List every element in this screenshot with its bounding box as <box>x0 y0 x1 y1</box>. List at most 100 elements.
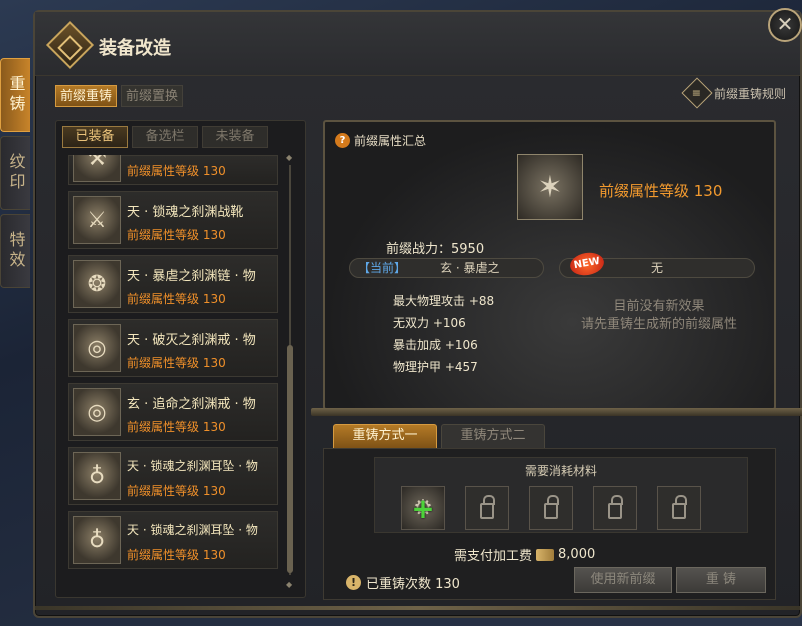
recast-count-label: 已重铸次数 130 <box>366 577 460 592</box>
item-level: 前缀属性等级 130 <box>127 484 226 498</box>
lock-icon <box>608 495 623 519</box>
item-level: 前缀属性等级 130 <box>127 420 226 434</box>
side-tab-bar: 重铸 纹印 特效 <box>0 58 30 292</box>
summary-header-label: 前缀属性汇总 <box>354 134 427 148</box>
boots-icon: ⚔ <box>73 196 121 244</box>
summary-base-rail <box>311 408 802 416</box>
material-title: 需要消耗材料 <box>524 464 597 478</box>
prefix-power: 前缀战力：5950 <box>386 242 485 257</box>
list-item[interactable]: ⚔ 天 · 锁魂之刹渊战靴 前缀属性等级 130 <box>68 191 278 249</box>
scroll-thumb[interactable] <box>287 345 293 573</box>
ring-icon: ◎ <box>73 324 121 372</box>
list-item[interactable]: ♁ 天 · 锁魂之刹渊耳坠 · 物 前缀属性等级 130 <box>68 511 278 569</box>
list-item[interactable]: ◎ 玄 · 追命之刹渊戒 · 物 前缀属性等级 130 <box>68 383 278 441</box>
locked-slot <box>529 486 573 530</box>
equipment-list: ⚒ 前缀属性等级 130 ⚔ 天 · 锁魂之刹渊战靴 前缀属性等级 130 ❂ … <box>68 155 278 591</box>
stat-line: 无双力 +106 <box>393 316 466 330</box>
window-title: 装备改造 <box>99 38 171 59</box>
currency-icon <box>536 548 555 561</box>
method-tabs: 重铸方式一 重铸方式二 <box>333 424 545 448</box>
item-name: 天 · 破灭之刹渊戒 · 物 <box>127 333 256 348</box>
item-level: 前缀属性等级 130 <box>127 164 226 178</box>
current-prefix-bar: 【当前】 玄 · 暴虐之 <box>349 258 544 278</box>
fee-label: 需支付加工费 <box>454 549 533 564</box>
item-level: 前缀属性等级 130 <box>127 548 226 562</box>
no-effect-line: 目前没有新效果 <box>613 299 705 314</box>
side-tab-recast[interactable]: 重铸 <box>0 58 30 132</box>
lock-icon <box>480 495 495 519</box>
current-prefix-name: 玄 · 暴虐之 <box>440 261 500 275</box>
tab-method-two[interactable]: 重铸方式二 <box>441 424 545 448</box>
boots-icon: ⚒ <box>73 155 121 182</box>
item-level: 前缀属性等级 130 <box>127 228 226 242</box>
tab-equipped[interactable]: 已装备 <box>62 126 128 148</box>
item-level: 前缀属性等级 130 <box>127 356 226 370</box>
prefix-summary-panel: ? 前缀属性汇总 ✶ 前缀属性等级 130 前缀战力：5950 【当前】 玄 ·… <box>323 120 776 410</box>
no-effect-line: 请先重铸生成新的前缀属性 <box>580 317 737 332</box>
tab-method-one[interactable]: 重铸方式一 <box>333 424 437 448</box>
stat-line: 暴击加成 +106 <box>393 338 478 352</box>
tab-prefix-swap[interactable]: 前缀置换 <box>121 85 184 107</box>
processing-fee: 需支付加工费 8,000 <box>454 545 595 564</box>
tab-prefix-recast[interactable]: 前缀重铸 <box>55 85 118 107</box>
scroll-up-icon[interactable]: ◆ <box>286 153 292 162</box>
recast-button[interactable]: 重 铸 <box>676 567 766 593</box>
bottom-rule <box>35 606 800 610</box>
side-tab-seal[interactable]: 纹印 <box>0 136 30 210</box>
lock-icon <box>672 495 687 519</box>
necklace-icon: ❂ <box>73 260 121 308</box>
game-screen: 重铸 纹印 特效 装备改造 ✕ 前缀重铸 前缀置换 ≡ 前缀重铸规则 已装备 备… <box>0 0 802 626</box>
item-level: 前缀属性等级 130 <box>127 292 226 306</box>
list-item[interactable]: ⚒ 前缀属性等级 130 <box>68 155 278 185</box>
list-item[interactable]: ❂ 天 · 暴虐之刹渊链 · 物 前缀属性等级 130 <box>68 255 278 313</box>
locked-slot <box>657 486 701 530</box>
list-item[interactable]: ◎ 天 · 破灭之刹渊戒 · 物 前缀属性等级 130 <box>68 319 278 377</box>
summary-header: ? 前缀属性汇总 <box>335 132 426 149</box>
item-name: 天 · 暴虐之刹渊链 · 物 <box>127 269 256 284</box>
item-name: 天 · 锁魂之刹渊战靴 <box>127 205 244 220</box>
locked-slot <box>593 486 637 530</box>
recast-count: ! 已重铸次数 130 <box>346 573 460 592</box>
tab-backup[interactable]: 备选栏 <box>132 126 198 148</box>
plus-icon: + <box>411 491 435 525</box>
new-badge-icon: NEW <box>568 250 606 278</box>
rules-label: 前缀重铸规则 <box>713 86 786 101</box>
ring-icon: ◎ <box>73 388 121 436</box>
list-item[interactable]: ♁ 天 · 锁魂之刹渊耳坠 · 物 前缀属性等级 130 <box>68 447 278 505</box>
weapon-icon: ✶ <box>517 154 583 220</box>
scroll-down-icon[interactable]: ◆ <box>286 580 292 589</box>
equipment-list-panel: 已装备 备选栏 未装备 ⚒ 前缀属性等级 130 ⚔ 天 · 锁魂之刹渊战靴 前… <box>55 120 306 598</box>
no-effect-message: 目前没有新效果 请先重铸生成新的前缀属性 <box>559 298 759 334</box>
document-icon: ≡ <box>681 77 713 109</box>
emblem-icon <box>45 20 95 70</box>
stat-line: 最大物理攻击 +88 <box>393 294 495 308</box>
title-bar: 装备改造 <box>35 12 800 76</box>
list-scrollbar[interactable]: ◆ ◆ <box>286 153 293 589</box>
fee-value: 8,000 <box>558 547 596 562</box>
stat-line: 物理护甲 +457 <box>393 360 478 374</box>
item-name: 天 · 锁魂之刹渊耳坠 · 物 <box>127 459 258 473</box>
earring-icon: ♁ <box>73 516 121 564</box>
close-button[interactable]: ✕ <box>768 8 802 42</box>
earring-icon: ♁ <box>73 452 121 500</box>
mode-tabs: 前缀重铸 前缀置换 <box>55 85 184 107</box>
side-tab-effect[interactable]: 特效 <box>0 214 30 288</box>
new-prefix-bar: NEW 无 <box>559 250 755 278</box>
use-new-prefix-button[interactable]: 使用新前缀 <box>574 567 672 593</box>
equipment-modify-window: 装备改造 ✕ 前缀重铸 前缀置换 ≡ 前缀重铸规则 已装备 备选栏 未装备 ⚒ … <box>33 8 802 618</box>
item-name: 玄 · 追命之刹渊戒 · 物 <box>127 397 256 412</box>
material-slot-add[interactable]: ⚙ + <box>401 486 445 530</box>
material-panel: 需要消耗材料 ⚙ + 需支付加工费 8,000 ! 已重铸次数 130 使用新前… <box>323 448 776 600</box>
stat-list: 最大物理攻击 +88 无双力 +106 暴击加成 +106 物理护甲 +457 <box>393 290 494 378</box>
material-box: 需要消耗材料 ⚙ + <box>374 457 748 533</box>
list-tabs: 已装备 备选栏 未装备 <box>62 126 268 148</box>
prefix-level: 前缀属性等级 130 <box>599 182 723 200</box>
item-name: 天 · 锁魂之刹渊耳坠 · 物 <box>127 523 258 537</box>
question-icon[interactable]: ? <box>335 133 350 148</box>
rules-link[interactable]: ≡ 前缀重铸规则 <box>681 77 786 109</box>
new-prefix-value: 无 <box>650 261 663 275</box>
tab-unequipped[interactable]: 未装备 <box>202 126 268 148</box>
lock-icon <box>544 495 559 519</box>
exclamation-icon: ! <box>346 575 361 590</box>
current-tag: 【当前】 <box>358 261 407 275</box>
